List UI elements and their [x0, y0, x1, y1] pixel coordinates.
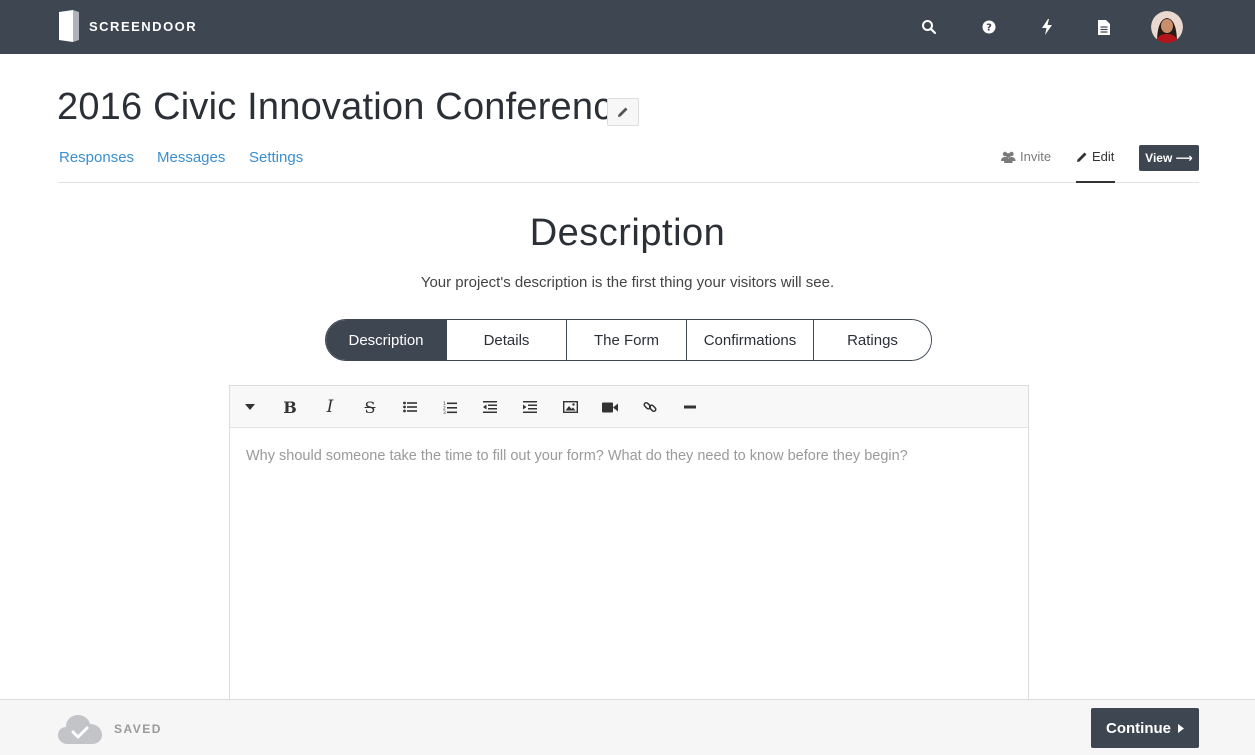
tab-description[interactable]: Description [326, 320, 446, 360]
video-icon[interactable] [598, 395, 622, 419]
view-button[interactable]: View ⟶ [1139, 145, 1199, 171]
user-avatar[interactable] [1151, 11, 1183, 43]
brand-name: SCREENDOOR [89, 18, 198, 34]
editor-textarea[interactable]: Why should someone take the time to fill… [230, 429, 1028, 715]
continue-label: Continue [1106, 719, 1171, 737]
page-title: 2016 Civic Innovation Conference [57, 86, 634, 128]
lightning-icon[interactable] [1035, 15, 1059, 39]
pencil-icon [618, 107, 628, 117]
continue-button[interactable]: Continue [1091, 708, 1199, 748]
step-tabs: Description Details The Form Confirmatio… [325, 319, 932, 361]
pencil-icon [1077, 152, 1087, 162]
document-icon[interactable] [1092, 15, 1116, 39]
section-subtitle: Your project's description is the first … [420, 274, 835, 291]
link-icon[interactable] [638, 395, 662, 419]
subnav-responses[interactable]: Responses [59, 149, 134, 166]
image-icon[interactable] [558, 395, 582, 419]
horizontal-rule-icon[interactable] [678, 395, 702, 419]
subnav-settings[interactable]: Settings [249, 149, 303, 166]
section-title: Description [529, 212, 726, 254]
editor-placeholder: Why should someone take the time to fill… [246, 448, 908, 464]
top-navbar: SCREENDOOR ? [0, 0, 1255, 54]
users-icon [1001, 151, 1016, 163]
edit-title-button[interactable] [607, 98, 639, 126]
tab-details[interactable]: Details [446, 320, 566, 360]
tab-confirmations[interactable]: Confirmations [686, 320, 813, 360]
edit-link[interactable]: Edit [1076, 149, 1114, 164]
active-tab-indicator [1076, 181, 1115, 183]
save-status: SAVED [114, 722, 162, 736]
description-editor: B I S 123 Why should someone take the ti… [229, 385, 1029, 715]
bold-icon[interactable]: B [278, 395, 302, 419]
search-icon[interactable] [917, 15, 941, 39]
editor-toolbar: B I S 123 [230, 386, 1028, 428]
subnav-messages[interactable]: Messages [157, 149, 225, 166]
caret-right-icon [1178, 723, 1184, 733]
bullet-list-icon[interactable] [398, 395, 422, 419]
invite-link[interactable]: Invite [1001, 149, 1051, 164]
numbered-list-icon[interactable]: 123 [438, 395, 462, 419]
tab-the-form[interactable]: The Form [566, 320, 686, 360]
help-icon[interactable]: ? [977, 15, 1001, 39]
tab-ratings[interactable]: Ratings [813, 320, 931, 360]
strikethrough-icon[interactable]: S [358, 395, 382, 419]
svg-text:3: 3 [443, 410, 446, 414]
brand-logo[interactable]: SCREENDOOR [59, 10, 197, 42]
italic-icon[interactable]: I [318, 395, 342, 419]
outdent-icon[interactable] [478, 395, 502, 419]
invite-label: Invite [1020, 149, 1052, 164]
indent-icon[interactable] [518, 395, 542, 419]
door-logo-icon [59, 10, 79, 42]
edit-label: Edit [1092, 149, 1115, 164]
svg-text:?: ? [986, 23, 992, 34]
footer-bar: SAVED Continue [0, 699, 1255, 755]
project-subnav: Responses Messages Settings Invite Edit … [58, 145, 1199, 183]
cloud-check-icon [58, 712, 102, 746]
dropdown-caret-icon[interactable] [238, 395, 262, 419]
